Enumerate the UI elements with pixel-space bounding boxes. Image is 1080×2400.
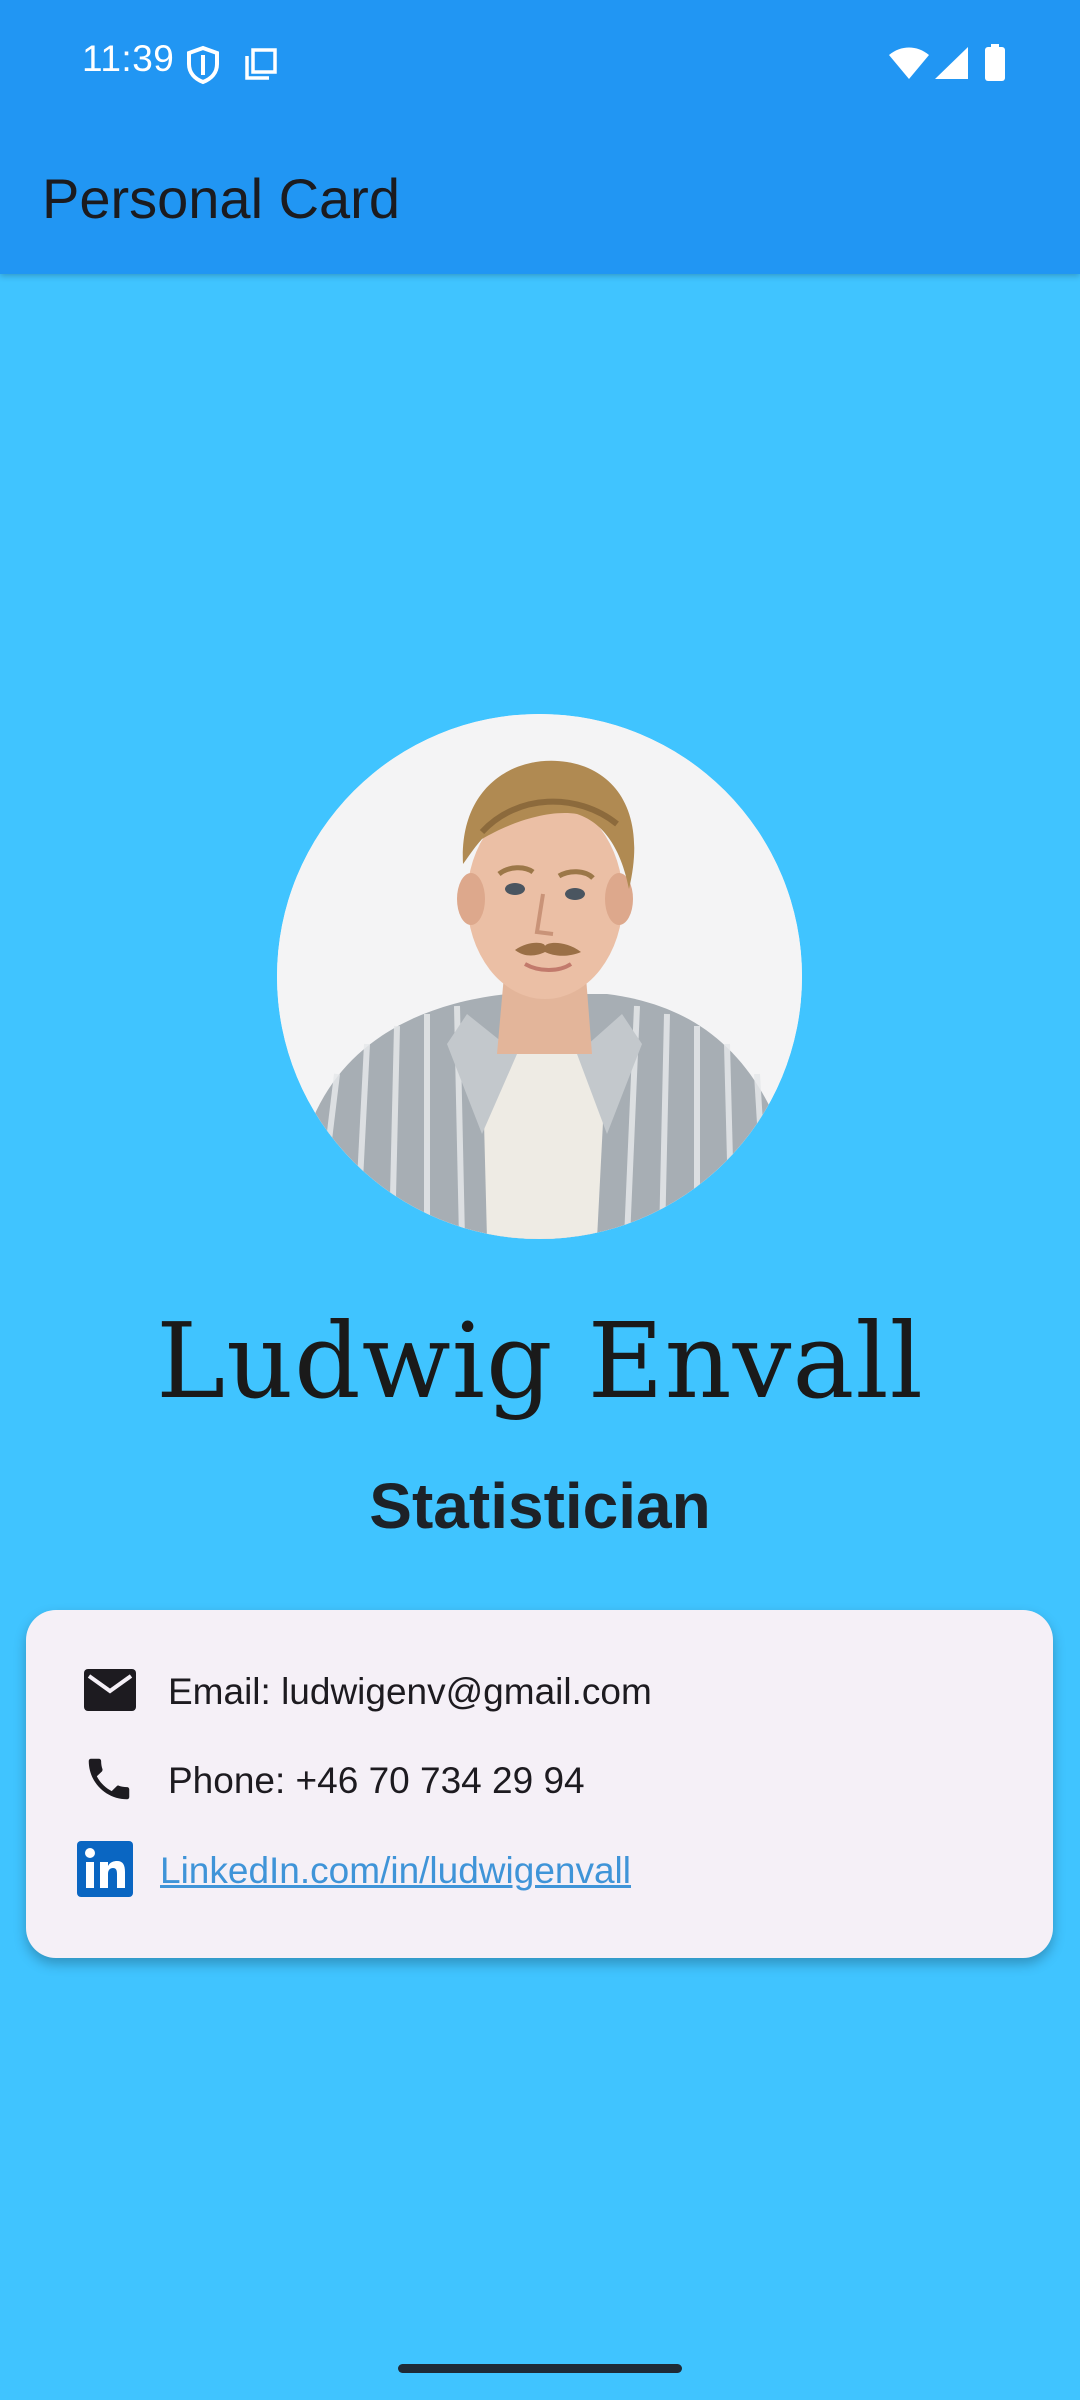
profile-photo <box>277 714 802 1239</box>
person-name: Ludwig Envall <box>156 1300 924 1422</box>
home-indicator[interactable] <box>398 2364 682 2373</box>
screenshot-icon <box>245 48 277 80</box>
email-text: Email: ludwigenv@gmail.com <box>168 1671 652 1712</box>
linkedin-icon <box>77 1841 133 1897</box>
email-row[interactable]: Email: ludwigenv@gmail.com <box>26 1659 1053 1729</box>
status-bar: 11:39 <box>0 0 1080 130</box>
email-icon <box>84 1669 136 1711</box>
wifi-icon <box>889 47 929 79</box>
app-bar: 11:39 Personal Card <box>0 0 1080 274</box>
linkedin-row[interactable]: LinkedIn.com/in/ludwigenvall <box>26 1838 1053 1908</box>
signal-icon <box>935 47 968 79</box>
phone-row[interactable]: Phone: +46 70 734 29 94 <box>26 1748 1053 1818</box>
linkedin-link[interactable]: LinkedIn.com/in/ludwigenvall <box>160 1850 631 1892</box>
contact-card: Email: ludwigenv@gmail.com Phone: +46 70… <box>26 1610 1053 1958</box>
profile-avatar <box>277 714 802 1239</box>
phone-text: Phone: +46 70 734 29 94 <box>168 1760 585 1801</box>
battery-icon <box>985 44 1005 81</box>
person-title: Statistician <box>369 1470 711 1542</box>
phone-icon <box>88 1758 130 1800</box>
app-bar-title: Personal Card <box>42 167 400 230</box>
status-time: 11:39 <box>82 38 175 79</box>
shield-icon <box>187 45 219 85</box>
